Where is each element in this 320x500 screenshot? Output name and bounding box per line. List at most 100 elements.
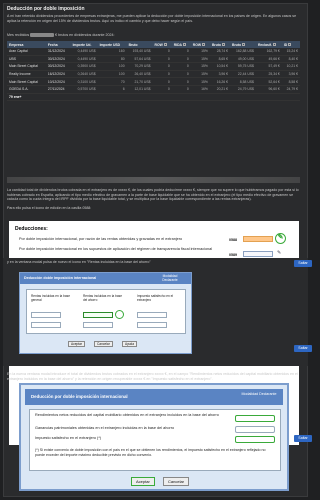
table-cell: 0,5700 US$: [70, 85, 98, 94]
impuesto-input[interactable]: [235, 436, 275, 443]
checkbox-icon[interactable]: [242, 42, 246, 46]
col-bruto: Bruto: [126, 41, 153, 48]
modal-help-button[interactable]: Ayuda: [122, 341, 137, 347]
blurred-amount: [30, 33, 55, 38]
table-cell: 12,01 US$: [126, 85, 153, 94]
col-id: ID: [281, 41, 300, 48]
col-row: ROW: [152, 41, 172, 48]
col-fecha: Fecha: [45, 41, 71, 48]
col-bruto2: Bruto: [209, 41, 231, 48]
col-row2-label: ROW: [192, 42, 202, 47]
saltar-button[interactable]: Saltar: [294, 345, 312, 352]
table-cell: [230, 93, 256, 102]
saltar-button[interactable]: Saltar: [294, 260, 312, 267]
table-cell: 0: [152, 55, 172, 64]
table-cell: 96,60 €: [255, 85, 282, 94]
table-cell: 8,58 US$: [230, 77, 256, 86]
table-cell: 15%: [190, 62, 210, 71]
modal-header: Deducción doble imposición internacional…: [20, 273, 191, 284]
years-text: Mes recibidos € brutos en dividendos dur…: [7, 33, 299, 38]
base-ahorro-input[interactable]: [83, 312, 113, 318]
table-cell: 15%: [190, 77, 210, 86]
table-cell: 6: [97, 85, 127, 94]
table-cell: 0: [171, 85, 191, 94]
col-importe-ud: Importe Ud.: [70, 41, 98, 48]
checkbox-icon[interactable]: [221, 42, 225, 46]
table-cell: 0: [152, 70, 172, 79]
checkbox-icon[interactable]: [288, 42, 292, 46]
table-cell: GOEDA S.A.: [7, 85, 46, 94]
table-cell: [152, 93, 172, 102]
table-cell: 3,96 €: [209, 70, 231, 79]
table-cell: 30/12/2024: [45, 62, 71, 71]
modal-cancel-button[interactable]: Cancelar: [94, 341, 113, 347]
table-cell: [126, 93, 153, 102]
table-cell: 31/12/2024: [45, 48, 71, 56]
table-cell: [45, 93, 71, 102]
col-importe-usd: Importe USD: [97, 41, 127, 48]
box-0589-input[interactable]: [243, 251, 273, 257]
table-cell: 30/12/2024: [45, 55, 71, 64]
base-general-input-2[interactable]: [31, 322, 61, 328]
impuesto-input[interactable]: [137, 312, 167, 318]
rendimientos-label: Rendimientos netos reducidos del capital…: [35, 413, 219, 417]
base-general-input[interactable]: [31, 312, 61, 318]
table-cell: 0,3100 US$: [70, 77, 98, 86]
rendimientos-input[interactable]: [235, 415, 275, 422]
modal-header: Deducción por doble imposición internaci…: [25, 389, 283, 405]
table-cell: 15%: [190, 70, 210, 79]
impuesto-input-2[interactable]: [137, 322, 167, 328]
col-base-ahorro: Rentas incluidas en la base del ahorro: [83, 294, 122, 302]
table-cell: 26,40 US$: [126, 70, 153, 79]
table-total-row: 79 ene+: [7, 93, 300, 102]
base-ahorro-input-2[interactable]: [83, 322, 113, 328]
table-cell: 0: [152, 48, 172, 56]
col-empresa: Empresa: [7, 41, 46, 48]
cancelar-button[interactable]: Cancelar: [163, 477, 190, 486]
table-cell: [171, 93, 191, 102]
aceptar-button[interactable]: Aceptar: [131, 477, 155, 486]
modal-body: Rendimientos netos reducidos del capital…: [29, 409, 281, 471]
col-row2: ROW: [190, 41, 210, 48]
band-instruction: y en la ventana modal pulsa de nuevo el …: [7, 260, 151, 264]
table-cell: UBS: [7, 55, 46, 64]
table-cell: 49,00 US$: [230, 55, 256, 64]
ganancias-input[interactable]: [235, 426, 275, 433]
table-cell: 0,4490 US$: [70, 55, 98, 64]
checkbox-icon[interactable]: [202, 42, 205, 46]
checkbox-icon[interactable]: [182, 42, 186, 46]
box-0588-input[interactable]: [243, 236, 273, 242]
modal-ok-button[interactable]: Aceptar: [68, 341, 85, 347]
saltar-button[interactable]: Saltar: [294, 435, 312, 442]
col-row-label: ROW: [154, 42, 163, 47]
table-row: Realty Income 16/12/2024 0,2640 US$ 100 26,4…: [7, 70, 300, 79]
table-cell: 100: [97, 62, 127, 71]
table-cell: [70, 93, 98, 102]
col-reclasif: Reclasif.: [255, 41, 282, 48]
pencil-icon[interactable]: ✎: [277, 250, 281, 256]
table-cell: 0: [152, 85, 172, 94]
table-cell: 0: [171, 70, 191, 79]
table-cell: 15%: [190, 55, 210, 64]
instruction-text: Para ello pulsa el icono de edición en l…: [7, 206, 92, 211]
modal-body: Rentas incluidas en la base general Rent…: [26, 289, 186, 334]
table-cell: 8,40 €: [281, 55, 300, 64]
col-rida-label: RIDA: [173, 42, 182, 47]
edit-icon-highlighted[interactable]: ✎: [275, 233, 286, 244]
table-cell: 0,3900 US$: [70, 62, 98, 71]
table-cell: 16/12/2024: [45, 70, 71, 79]
checkbox-icon[interactable]: [272, 42, 276, 46]
edit-icon-highlighted[interactable]: [115, 310, 124, 319]
modal-modality: Modalidad Declarante: [162, 274, 178, 282]
table-cell: 0: [152, 62, 172, 71]
ganancias-label: Ganancias patrimoniales obtenidas en el …: [35, 426, 175, 430]
intro-text: A mí han retenido dividendos procedentes…: [7, 14, 297, 23]
table-cell: 162,79 €: [255, 48, 282, 56]
table-cell: 70,29 US$: [126, 62, 153, 71]
table-cell: 160: [97, 48, 127, 56]
table-cell: 16,26 €: [209, 77, 231, 86]
table-cell: 193,40 US$: [126, 48, 153, 56]
table-cell: Main Street Capital: [7, 62, 46, 71]
checkbox-icon[interactable]: [163, 42, 167, 46]
table-cell: 27/11/2024: [45, 85, 71, 94]
